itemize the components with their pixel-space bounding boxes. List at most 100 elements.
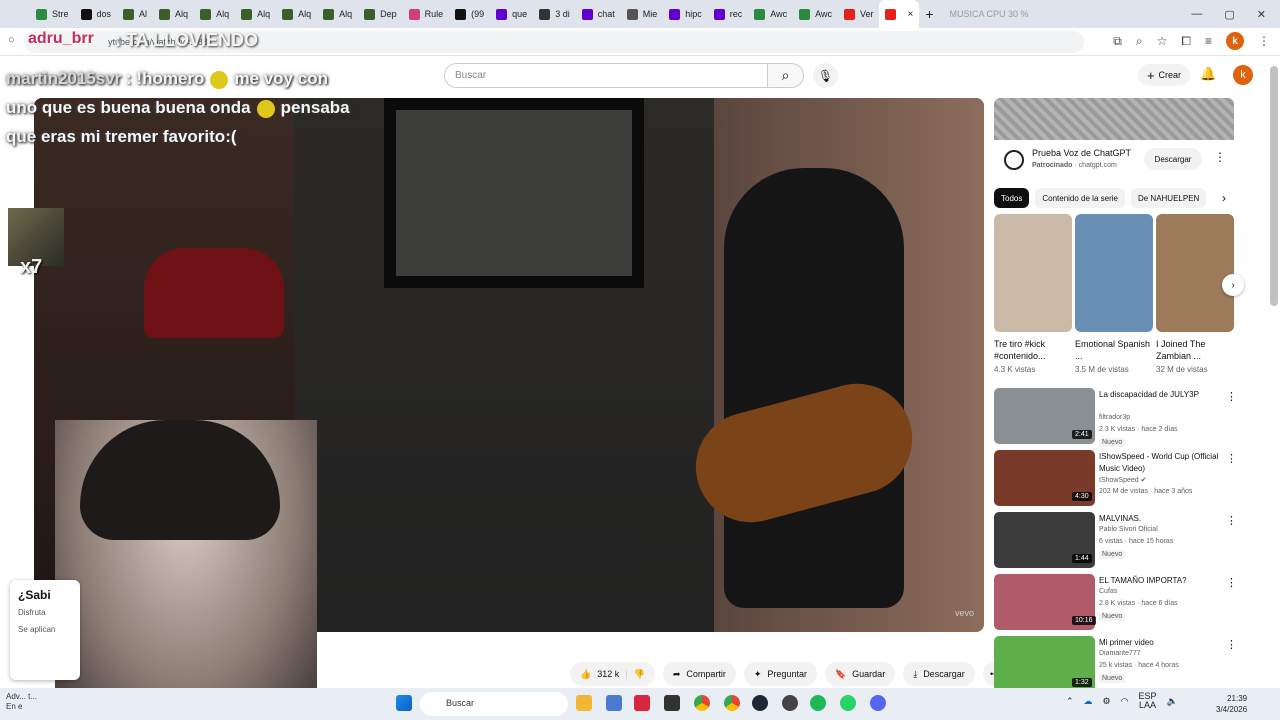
maximize-icon[interactable]: ▢ <box>1224 8 1234 21</box>
install-icon[interactable]: ⧉ <box>1113 34 1122 49</box>
browser-tab[interactable]: Rule <box>403 0 450 28</box>
browser-tab[interactable]: Awc <box>748 0 793 28</box>
short-item[interactable]: I Joined The Zambian ... 32 M de vistas <box>1156 214 1234 374</box>
filter-chip[interactable]: Todos <box>994 188 1030 208</box>
short-item[interactable]: Emotional Spanish ... 3.5 M de vistas <box>1075 214 1153 374</box>
new-tab-button[interactable]: + <box>919 0 939 28</box>
zoom-icon[interactable]: ⌕ <box>1136 34 1143 49</box>
taskbar-clock[interactable]: 21:39 3/4/2026 <box>1216 693 1247 715</box>
filter-chip[interactable]: Contenido de la serie <box>1035 188 1125 208</box>
share-button[interactable]: ➦ Compartir <box>662 662 736 686</box>
notifications-bell-icon[interactable]: 🔔 <box>1200 66 1216 82</box>
filter-chip[interactable]: De NAHUELPEN <box>1130 188 1207 208</box>
app-icon-4[interactable] <box>664 695 680 711</box>
video-more-icon[interactable]: ⋮ <box>1226 638 1237 651</box>
browser-tab[interactable]: Mie <box>621 0 664 28</box>
file-explorer-icon[interactable] <box>576 695 592 711</box>
video-more-icon[interactable]: ⋮ <box>1226 452 1237 465</box>
media-icon[interactable]: ≡ <box>1205 34 1212 48</box>
ask-button[interactable]: ✦ Preguntar <box>743 662 817 686</box>
youtube-avatar[interactable]: k <box>1233 65 1253 85</box>
app-icon-2[interactable] <box>606 695 622 711</box>
create-button[interactable]: + Crear <box>1138 64 1190 86</box>
browser-tab[interactable]: Stre <box>30 0 75 28</box>
chevron-right-icon[interactable]: › <box>1222 191 1226 205</box>
browser-tab[interactable]: Ver <box>838 0 880 28</box>
onedrive-icon[interactable]: ☁ <box>1084 696 1093 707</box>
video-title[interactable]: EL TAMAÑO IMPORTA? <box>1099 575 1219 587</box>
browser-tab[interactable]: Awc <box>793 0 838 28</box>
browser-tab[interactable]: Alq <box>317 0 358 28</box>
tray-chevron-icon[interactable]: ⌃ <box>1066 696 1074 707</box>
close-tab-icon[interactable]: × <box>907 9 913 20</box>
video-title[interactable]: La discapacidad de JULY3P <box>1099 389 1219 401</box>
browser-tab[interactable]: rec <box>708 0 749 28</box>
download-button[interactable]: ⤓ Descargar <box>903 662 975 686</box>
recommended-video[interactable]: 2:41 La discapacidad de JULY3P filtrador3p… <box>994 388 1244 450</box>
video-more-icon[interactable]: ⋮ <box>1226 576 1237 589</box>
whatsapp-icon[interactable] <box>840 695 856 711</box>
wifi-icon[interactable]: ◠ <box>1121 696 1129 707</box>
ad-download-button[interactable]: Descargar <box>1144 148 1202 170</box>
browser-tab[interactable]: Dep <box>358 0 403 28</box>
video-channel[interactable]: filtrador3p <box>1099 414 1130 421</box>
weather-widget[interactable]: Adv... t... En e <box>6 692 37 712</box>
menu-dots-icon[interactable]: ⋮ <box>1258 34 1270 48</box>
video-channel[interactable]: Pablo Sivori Oficial <box>1099 526 1158 533</box>
video-title[interactable]: MALVINAS. <box>1099 513 1219 525</box>
profile-avatar[interactable]: k <box>1226 32 1244 50</box>
active-tab[interactable]: × <box>879 0 920 28</box>
video-channel[interactable]: Cufas <box>1099 588 1117 595</box>
language-indicator[interactable]: ESP LAA <box>1138 692 1156 710</box>
extensions-icon[interactable]: ⧠ <box>1181 34 1191 49</box>
site-info-icon[interactable]: ○ <box>8 34 15 46</box>
thumbs-down-icon[interactable]: 👎 <box>634 669 645 680</box>
ad-banner-image[interactable] <box>994 98 1234 140</box>
minimize-icon[interactable]: — <box>1191 8 1202 20</box>
like-button[interactable]: 👍 312 k | 👎 <box>570 662 655 686</box>
browser-tab[interactable]: chat <box>576 0 621 28</box>
browser-tab[interactable]: (99 <box>449 0 490 28</box>
steam-icon[interactable] <box>752 695 768 711</box>
video-title[interactable]: IShowSpeed - World Cup (Official Music V… <box>1099 451 1219 475</box>
browser-tab[interactable]: 3 di <box>533 0 576 28</box>
browser-tab[interactable]: Alq <box>153 0 194 28</box>
promo-popup[interactable]: ¿Sabi Disfruta Se aplican <box>10 580 80 680</box>
search-button[interactable]: ⌕ <box>767 63 804 88</box>
discord-icon[interactable] <box>870 695 886 711</box>
short-thumbnail[interactable] <box>1075 214 1153 332</box>
recommended-video[interactable]: 4:30 IShowSpeed - World Cup (Official Mus… <box>994 450 1244 512</box>
video-more-icon[interactable]: ⋮ <box>1226 514 1237 527</box>
windows-start-icon[interactable] <box>396 695 412 711</box>
search-input[interactable]: Buscar <box>444 63 768 88</box>
recommended-video[interactable]: 10:16 EL TAMAÑO IMPORTA? Cufas 2.8 K vistas… <box>994 574 1244 636</box>
shorts-next-icon[interactable]: › <box>1222 274 1244 296</box>
app-icon-3[interactable] <box>634 695 650 711</box>
ad-title[interactable]: Prueba Voz de ChatGPT <box>1032 148 1131 158</box>
bookmark-star-icon[interactable]: ☆ <box>1157 34 1168 48</box>
voice-search-button[interactable]: 🎙 <box>813 63 838 88</box>
recommended-video[interactable]: 1:44 MALVINAS. Pablo Sivori Oficial 6 vista… <box>994 512 1244 574</box>
browser-tab[interactable]: Al <box>117 0 153 28</box>
browser-tab[interactable]: hipc <box>663 0 708 28</box>
volume-icon[interactable]: 🔈 <box>1167 696 1178 707</box>
taskbar-search[interactable]: Buscar <box>420 692 568 716</box>
chrome-icon[interactable] <box>694 695 710 711</box>
browser-tab[interactable]: Alq <box>276 0 317 28</box>
browser-tab[interactable]: que <box>490 0 533 28</box>
spotify-icon[interactable] <box>810 695 826 711</box>
short-thumbnail[interactable] <box>994 214 1072 332</box>
chrome-icon-2[interactable] <box>724 695 740 711</box>
short-thumbnail[interactable] <box>1156 214 1234 332</box>
video-title[interactable]: Mi primer video <box>1099 637 1219 649</box>
save-button[interactable]: 🔖 Guardar <box>824 662 896 686</box>
network-icon[interactable]: ⚙ <box>1103 696 1111 707</box>
ad-more-icon[interactable]: ⋮ <box>1214 150 1226 164</box>
short-item[interactable]: Tre tiro #kick #contenido... 4.3 K vistas <box>994 214 1072 374</box>
close-window-icon[interactable]: ✕ <box>1257 8 1266 21</box>
app-icon-8[interactable] <box>782 695 798 711</box>
page-scrollbar[interactable] <box>1270 66 1278 306</box>
browser-tab[interactable]: Alq <box>194 0 235 28</box>
video-channel[interactable]: Diamante777 <box>1099 650 1141 657</box>
browser-tab[interactable]: dos <box>75 0 118 28</box>
